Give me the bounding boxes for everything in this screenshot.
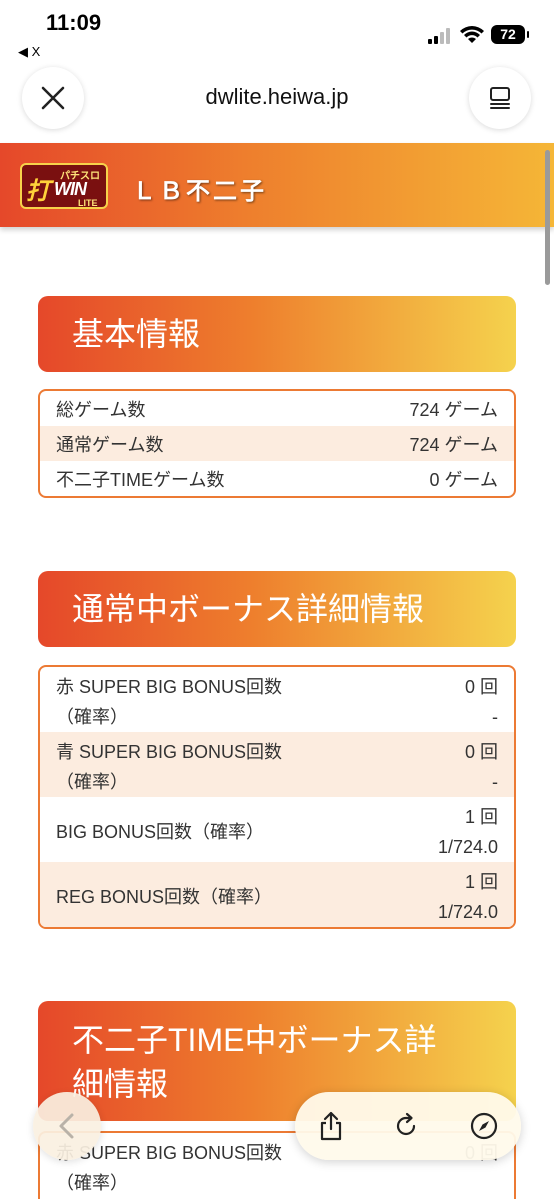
table-row: 通常ゲーム数 724 ゲーム [40,426,514,461]
scrollbar[interactable] [545,150,550,285]
site-banner: 打 パチスロ WIN LITE ＬＢ不二子 [0,143,554,227]
row-count: 1 回 [464,872,498,892]
share-button[interactable] [309,1104,353,1148]
table-row: 赤 SUPER BIG BONUS回数 （確率） 0 回 - [40,667,514,732]
da-win-lite-logo[interactable]: 打 パチスロ WIN LITE [20,163,108,209]
row-label: BIG BONUS回数（確率） [56,822,265,842]
row-value: 724 ゲーム [409,434,499,455]
row-label: 通常ゲーム数 [56,434,164,455]
compass-icon [470,1112,498,1140]
row-probability: - [492,707,498,727]
row-probability: 1/724.0 [437,837,498,857]
battery-indicator: 72 [491,25,529,44]
basic-info-heading: 基本情報 [38,296,516,372]
row-count: 0 回 [464,742,498,762]
browser-toolbar [295,1092,521,1160]
row-sublabel: （確率） [56,707,128,727]
row-count: 1 回 [464,807,498,827]
browser-header: dwlite.heiwa.jp [0,60,554,140]
cellular-signal-icon [428,28,454,44]
safari-button[interactable] [462,1104,506,1148]
row-label: 青 SUPER BIG BONUS回数 [56,742,283,762]
status-bar: 11:09 ◀ X 72 [0,0,554,60]
share-icon [320,1111,342,1141]
close-icon [41,86,65,110]
page-menu-button[interactable] [469,67,531,129]
row-sublabel: （確率） [56,772,128,792]
row-label: 不二子TIMEゲーム数 [56,469,225,490]
row-value: 0 ゲーム [429,469,498,490]
row-value: 724 ゲーム [409,399,499,420]
table-row: 総ゲーム数 724 ゲーム [40,391,514,426]
chevron-left-icon [59,1113,74,1139]
reload-button[interactable] [384,1104,428,1148]
row-label: 総ゲーム数 [56,399,146,420]
row-label: REG BONUS回数（確率） [56,887,273,907]
row-label: 赤 SUPER BIG BONUS回数 [56,677,283,697]
normal-bonus-table: 赤 SUPER BIG BONUS回数 （確率） 0 回 - 青 SUPER BIG… [38,665,516,929]
wifi-icon [460,26,484,43]
table-row: REG BONUS回数（確率） 1 回 1/724.0 [40,862,514,927]
table-row: 不二子TIMEゲーム数 0 ゲーム [40,461,514,496]
row-probability: 1/724.0 [437,902,498,922]
url-bar[interactable]: dwlite.heiwa.jp [100,84,454,110]
normal-bonus-heading: 通常中ボーナス詳細情報 [38,571,516,647]
clock: 11:09 [46,10,102,35]
machine-title: ＬＢ不二子 [132,178,267,205]
table-row: 青 SUPER BIG BONUS回数 （確率） 0 回 - [40,732,514,797]
back-to-app-link[interactable]: ◀ X [18,44,40,60]
row-probability: - [492,772,498,792]
reload-icon [396,1112,416,1136]
table-row: BIG BONUS回数（確率） 1 回 1/724.0 [40,797,514,862]
basic-info-table: 総ゲーム数 724 ゲーム 通常ゲーム数 724 ゲーム 不二子TIMEゲーム数… [38,389,516,498]
close-button[interactable] [22,67,84,129]
row-count: 0 回 [464,677,498,697]
back-button[interactable] [33,1092,101,1160]
page-format-icon [490,87,510,109]
row-sublabel: （確率） [56,1173,128,1193]
